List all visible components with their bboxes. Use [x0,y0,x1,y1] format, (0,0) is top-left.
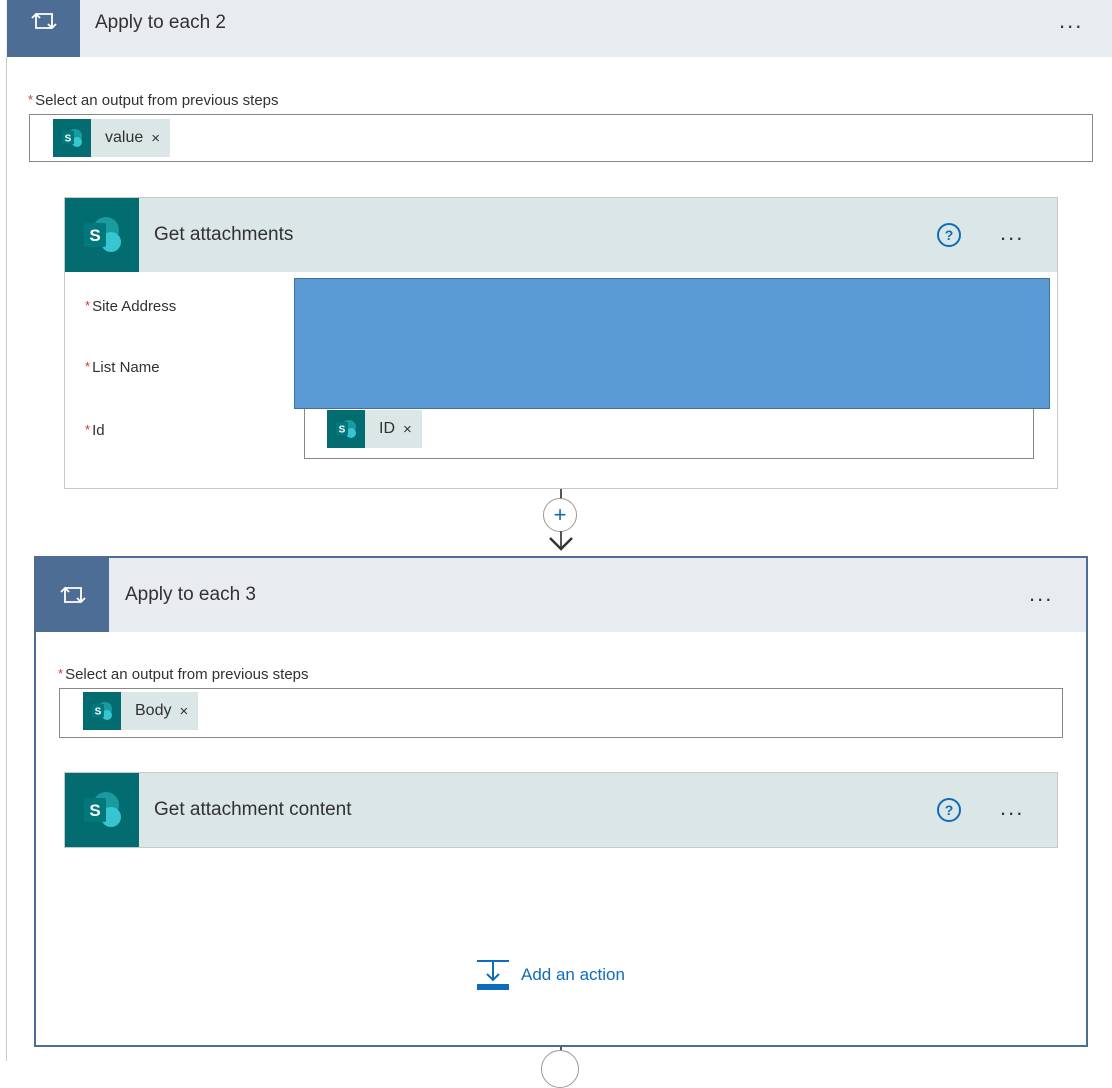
id-token-label: ID [379,420,395,437]
insert-step-button[interactable] [541,1050,579,1088]
add-action-icon [477,960,509,990]
get-attachment-content-card: S Get attachment content ? ... [64,772,1058,848]
sharepoint-icon: S [65,773,139,847]
value-token-label: value [105,129,144,146]
apply-to-each-2-title: Apply to each 2 [95,12,226,33]
inner-select-output-label: * Select an output from previous steps [58,666,309,683]
required-mark: * [85,298,91,313]
svg-text:S: S [89,801,100,820]
id-label-text: Id [92,422,105,439]
list-name-label-text: List Name [92,359,160,376]
inner-select-output-input[interactable]: S Body × [59,688,1063,738]
value-token-remove-button[interactable]: × [151,130,160,147]
inner-select-output-label-text: Select an output from previous steps [65,666,309,683]
help-icon[interactable]: ? [937,223,961,247]
insert-step-button[interactable]: + [543,498,577,532]
loop-icon [36,558,109,632]
required-mark: * [28,92,34,107]
apply-to-each-2-more-button[interactable]: ... [1059,10,1083,32]
sharepoint-icon: S [327,410,365,448]
redacted-fields-overlay [294,278,1050,409]
get-attachment-content-header[interactable]: S Get attachment content ? ... [65,773,1057,847]
get-attachment-content-more-button[interactable]: ... [1000,797,1024,819]
plus-icon: + [553,502,567,527]
site-address-label-text: Site Address [92,298,177,315]
site-address-label: * Site Address [85,298,176,315]
id-token-remove-button[interactable]: × [403,421,412,438]
required-mark: * [58,666,64,681]
apply-to-each-3-title: Apply to each 3 [125,584,256,605]
body-token: S Body × [83,692,199,730]
outer-select-output-label-text: Select an output from previous steps [35,92,279,109]
chevron-down-icon [549,537,573,551]
get-attachments-header[interactable]: S Get attachments ? ... [65,198,1057,272]
loop-icon [7,0,80,57]
sharepoint-icon: S [83,692,121,730]
apply-to-each-2-header[interactable]: Apply to each 2 ... [6,0,1112,57]
get-attachments-more-button[interactable]: ... [1000,222,1024,244]
svg-text:S: S [339,425,346,436]
outer-select-output-input[interactable]: S value × [29,114,1093,162]
list-name-label: * List Name [85,359,160,376]
svg-text:S: S [95,707,102,718]
value-token: S value × [53,119,171,157]
svg-text:S: S [65,134,72,145]
id-label: * Id [85,422,105,439]
id-input[interactable]: S ID × [304,406,1034,459]
svg-text:S: S [89,226,100,245]
add-action-label: Add an action [521,965,625,984]
required-mark: * [85,422,91,437]
get-attachment-content-title: Get attachment content [154,799,352,820]
add-action-button[interactable]: Add an action [475,957,625,993]
body-token-label: Body [135,702,172,719]
apply-to-each-3-header[interactable]: Apply to each 3 ... [36,558,1086,632]
sharepoint-icon: S [65,198,139,272]
sharepoint-icon: S [53,119,91,157]
help-icon[interactable]: ? [937,798,961,822]
outer-select-output-label: * Select an output from previous steps [28,92,279,109]
required-mark: * [85,359,91,374]
body-token-remove-button[interactable]: × [179,703,188,720]
id-token: S ID × [327,410,422,448]
apply-to-each-3-more-button[interactable]: ... [1029,583,1053,605]
get-attachments-title: Get attachments [154,224,294,245]
